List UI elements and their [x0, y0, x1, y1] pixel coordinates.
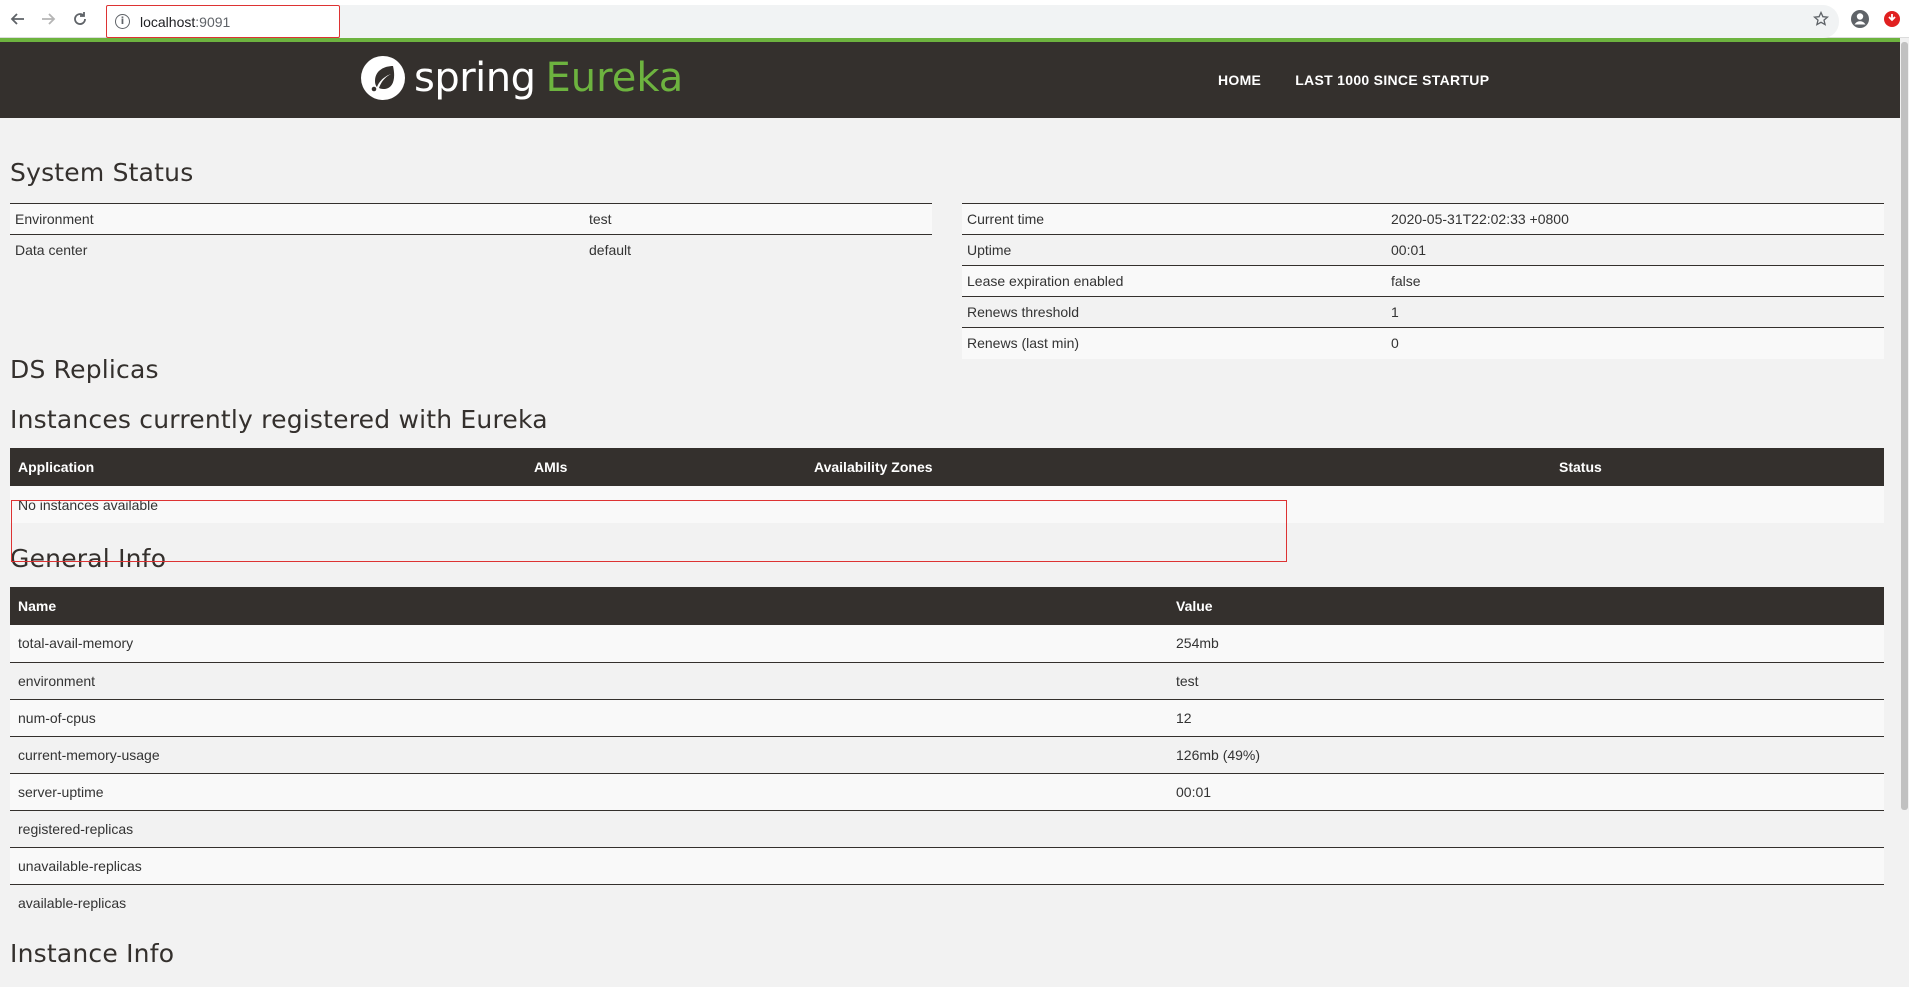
no-instances-text: No instances available: [10, 486, 1884, 523]
reload-button[interactable]: [70, 9, 90, 29]
col-status: Status: [1551, 448, 1884, 486]
status-key: Lease expiration enabled: [962, 265, 1386, 297]
table-row: environment test: [10, 662, 1884, 700]
info-name: registered-replicas: [10, 810, 1168, 848]
status-row: Data center default: [10, 234, 932, 266]
address-bar[interactable]: i localhost:9091: [106, 5, 340, 38]
reload-icon: [74, 12, 86, 25]
star-icon: [1813, 11, 1829, 26]
table-row: current-memory-usage 126mb (49%): [10, 736, 1884, 774]
instances-header-row: Application AMIs Availability Zones Stat…: [10, 448, 1884, 486]
main-content: System Status Environment test Data cent…: [10, 118, 1884, 968]
status-value: 0: [1386, 327, 1884, 359]
info-value: [1168, 884, 1884, 921]
info-name: unavailable-replicas: [10, 847, 1168, 885]
info-name: num-of-cpus: [10, 699, 1168, 737]
info-value: 126mb (49%): [1168, 736, 1884, 774]
system-status-left-table: Environment test Data center default: [10, 203, 932, 266]
col-name: Name: [10, 587, 1168, 625]
nav-home-link[interactable]: HOME: [1218, 72, 1261, 88]
status-row: Renews (last min) 0: [962, 327, 1884, 359]
spring-leaf-icon: [361, 56, 405, 100]
info-name: total-avail-memory: [10, 625, 1168, 663]
info-value: 254mb: [1168, 625, 1884, 663]
col-value: Value: [1168, 587, 1884, 625]
instance-info-title: Instance Info: [10, 939, 175, 968]
ds-replicas-title: DS Replicas: [10, 355, 159, 384]
instances-title: Instances currently registered with Eure…: [10, 405, 548, 434]
scrollbar-thumb[interactable]: [1901, 42, 1908, 810]
bookmark-star-button[interactable]: [1810, 8, 1832, 30]
general-info-table: Name Value total-avail-memory 254mb envi…: [10, 587, 1884, 921]
info-name: environment: [10, 662, 1168, 700]
extension-button[interactable]: [1881, 8, 1903, 30]
info-value: 00:01: [1168, 773, 1884, 811]
browser-toolbar: i localhost:9091: [0, 0, 1909, 38]
instances-empty-row: No instances available: [10, 486, 1884, 523]
forward-button[interactable]: [38, 9, 58, 29]
top-navbar: spring Eureka HOME LAST 1000 SINCE START…: [0, 38, 1900, 118]
status-value: 00:01: [1386, 234, 1884, 266]
table-row: total-avail-memory 254mb: [10, 625, 1884, 663]
instances-table: Application AMIs Availability Zones Stat…: [10, 448, 1884, 523]
col-amis: AMIs: [526, 448, 806, 486]
info-name: available-replicas: [10, 884, 1168, 921]
profile-button[interactable]: [1849, 8, 1871, 30]
info-value: test: [1168, 662, 1884, 700]
general-info-title: General Info: [10, 544, 167, 573]
table-row: server-uptime 00:01: [10, 773, 1884, 811]
table-row: num-of-cpus 12: [10, 699, 1884, 737]
status-value: default: [584, 234, 932, 266]
status-key: Renews (last min): [962, 327, 1386, 359]
status-value: test: [584, 203, 932, 235]
info-name: current-memory-usage: [10, 736, 1168, 774]
status-value: 1: [1386, 296, 1884, 328]
col-application: Application: [10, 448, 526, 486]
table-row: available-replicas: [10, 884, 1884, 921]
back-button[interactable]: [8, 9, 28, 29]
status-value: 2020-05-31T22:02:33 +0800: [1386, 203, 1884, 235]
status-row: Environment test: [10, 203, 932, 235]
general-info-header-row: Name Value: [10, 587, 1884, 625]
system-status-section: System Status Environment test Data cent…: [10, 118, 1884, 359]
status-key: Current time: [962, 203, 1386, 235]
page-scrollbar[interactable]: [1900, 38, 1909, 987]
status-key: Environment: [10, 203, 584, 235]
spring-eureka-logo[interactable]: spring Eureka: [360, 55, 683, 101]
info-value: 12: [1168, 699, 1884, 737]
info-name: server-uptime: [10, 773, 1168, 811]
nav-links: HOME LAST 1000 SINCE STARTUP: [1218, 72, 1489, 88]
url-host: localhost: [140, 13, 196, 30]
status-row: Uptime 00:01: [962, 234, 1884, 266]
arrow-left-icon: [10, 13, 24, 25]
status-row: Renews threshold 1: [962, 296, 1884, 328]
arrow-right-icon: [42, 13, 56, 25]
info-icon[interactable]: i: [115, 14, 130, 29]
system-status-right-table: Current time 2020-05-31T22:02:33 +0800 U…: [962, 203, 1884, 359]
status-row: Current time 2020-05-31T22:02:33 +0800: [962, 203, 1884, 235]
omnibox-background: [340, 5, 1839, 38]
url-port: :9091: [195, 13, 231, 30]
status-key: Uptime: [962, 234, 1386, 266]
table-row: registered-replicas: [10, 810, 1884, 848]
brand-spring-text: spring: [414, 55, 536, 101]
table-row: unavailable-replicas: [10, 847, 1884, 885]
nav-last-1000-link[interactable]: LAST 1000 SINCE STARTUP: [1295, 72, 1489, 88]
col-availability-zones: Availability Zones: [806, 448, 1551, 486]
status-key: Renews threshold: [962, 296, 1386, 328]
brand-eureka-text: Eureka: [545, 55, 684, 101]
system-status-title: System Status: [10, 158, 194, 187]
extension-red-icon: [1884, 11, 1900, 27]
info-value: [1168, 847, 1884, 885]
status-row: Lease expiration enabled false: [962, 265, 1884, 297]
status-key: Data center: [10, 234, 584, 266]
account-circle-icon: [1851, 10, 1869, 28]
status-value: false: [1386, 265, 1884, 297]
info-value: [1168, 810, 1884, 848]
